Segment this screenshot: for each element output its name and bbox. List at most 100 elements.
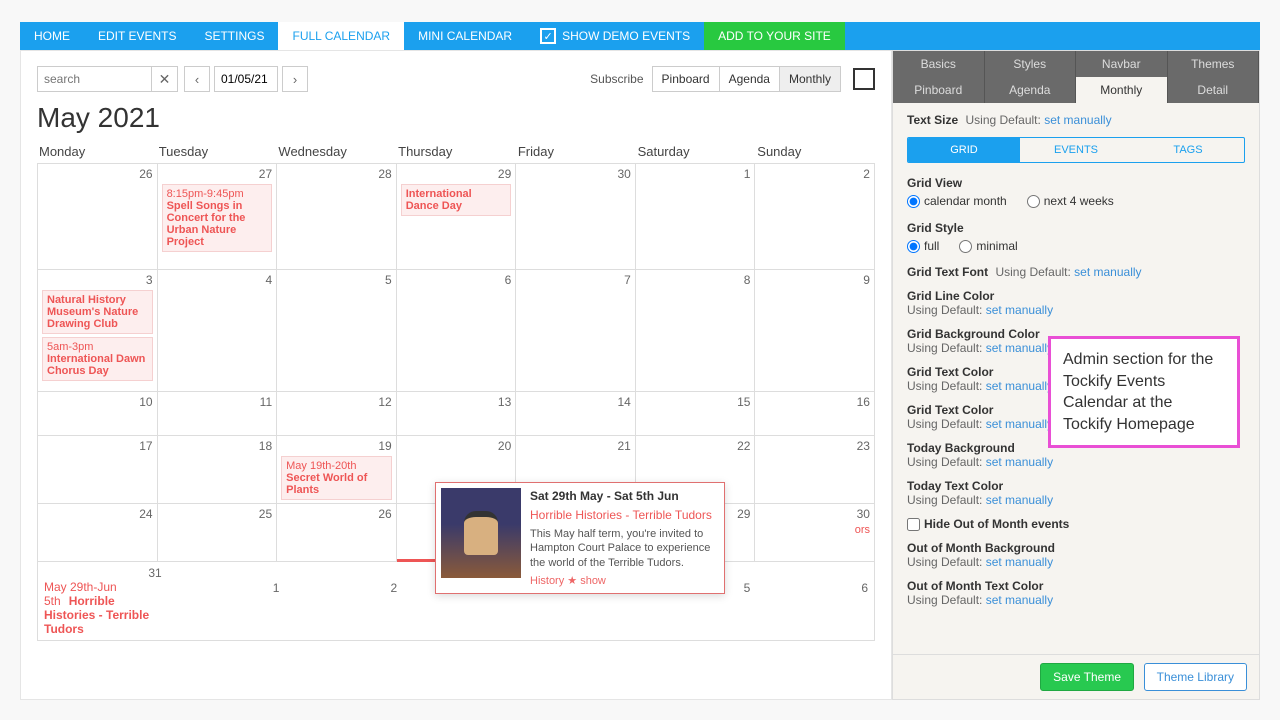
view-agenda[interactable]: Agenda bbox=[720, 66, 780, 92]
set-manually-link[interactable]: set manually bbox=[1044, 113, 1111, 127]
subscribe-link[interactable]: Subscribe bbox=[590, 72, 643, 86]
day-cell[interactable]: 10 bbox=[38, 392, 158, 436]
day-cell[interactable]: 5 bbox=[277, 270, 397, 392]
hide-oom-checkbox[interactable]: Hide Out of Month events bbox=[907, 517, 1245, 531]
set-manually-link[interactable]: set manually bbox=[986, 555, 1053, 569]
annotation-callout: Admin section for the Tockify Events Cal… bbox=[1048, 336, 1240, 448]
day-cell[interactable]: 30 ors bbox=[755, 504, 875, 562]
event-time: May 19th-20th bbox=[286, 460, 387, 472]
radio-label: full bbox=[924, 239, 939, 253]
day-cell[interactable]: 30 bbox=[516, 164, 636, 270]
day-cell[interactable]: 1 bbox=[636, 164, 756, 270]
event-popover[interactable]: Sat 29th May - Sat 5th Jun Horrible Hist… bbox=[435, 482, 725, 594]
nav-settings[interactable]: SETTINGS bbox=[190, 22, 278, 50]
event-item[interactable]: Natural History Museum's Nature Drawing … bbox=[42, 290, 153, 334]
day-cell[interactable]: 6 bbox=[750, 581, 868, 621]
using-default-text: Using Default: bbox=[907, 379, 982, 393]
tab-themes[interactable]: Themes bbox=[1168, 51, 1260, 77]
set-manually-link[interactable]: set manually bbox=[986, 493, 1053, 507]
seg-tags[interactable]: TAGS bbox=[1132, 138, 1244, 162]
search-input[interactable] bbox=[37, 66, 152, 92]
set-manually-link[interactable]: set manually bbox=[986, 303, 1053, 317]
save-theme-button[interactable]: Save Theme bbox=[1040, 663, 1134, 691]
weekday-label: Wednesday bbox=[276, 140, 396, 163]
tab-navbar[interactable]: Navbar bbox=[1076, 51, 1168, 77]
nav-home[interactable]: HOME bbox=[20, 22, 84, 50]
day-cell[interactable]: 8 bbox=[636, 270, 756, 392]
event-fragment: ors bbox=[855, 524, 870, 536]
clear-search-button[interactable]: ✕ bbox=[152, 66, 178, 92]
radio-next-4-weeks[interactable]: next 4 weeks bbox=[1027, 194, 1114, 208]
event-item[interactable]: International Dance Day bbox=[401, 184, 512, 216]
day-cell[interactable]: 24 bbox=[38, 504, 158, 562]
day-cell[interactable]: 2 bbox=[279, 581, 397, 621]
day-cell[interactable]: 26 bbox=[38, 164, 158, 270]
event-item[interactable]: 8:15pm-9:45pm Spell Songs in Concert for… bbox=[162, 184, 273, 252]
day-cell[interactable]: 26 bbox=[277, 504, 397, 562]
nav-add-to-site[interactable]: ADD TO YOUR SITE bbox=[704, 22, 845, 50]
day-cell[interactable]: 16 bbox=[755, 392, 875, 436]
day-cell[interactable]: 17 bbox=[38, 436, 158, 504]
day-cell[interactable]: 23 bbox=[755, 436, 875, 504]
day-cell[interactable]: 2 bbox=[755, 164, 875, 270]
day-cell[interactable]: 18 bbox=[158, 436, 278, 504]
nav-mini-calendar[interactable]: MINI CALENDAR bbox=[404, 22, 526, 50]
view-monthly[interactable]: Monthly bbox=[780, 66, 841, 92]
day-number: 16 bbox=[759, 395, 870, 409]
set-manually-link[interactable]: set manually bbox=[986, 341, 1053, 355]
day-cell[interactable]: 7 bbox=[516, 270, 636, 392]
day-cell[interactable]: 27 8:15pm-9:45pm Spell Songs in Concert … bbox=[158, 164, 278, 270]
view-pinboard[interactable]: Pinboard bbox=[652, 66, 720, 92]
day-number: 27 bbox=[162, 167, 273, 181]
day-cell[interactable]: 29 International Dance Day bbox=[397, 164, 517, 270]
day-cell[interactable]: 6 bbox=[397, 270, 517, 392]
set-manually-link[interactable]: set manually bbox=[1074, 265, 1141, 279]
top-nav: HOME EDIT EVENTS SETTINGS FULL CALENDAR … bbox=[20, 22, 1260, 50]
radio-minimal[interactable]: minimal bbox=[959, 239, 1017, 253]
set-manually-link[interactable]: set manually bbox=[986, 417, 1053, 431]
day-cell[interactable]: 15 bbox=[636, 392, 756, 436]
set-manually-link[interactable]: set manually bbox=[986, 379, 1053, 393]
theme-library-button[interactable]: Theme Library bbox=[1144, 663, 1247, 691]
event-item[interactable]: 5am-3pm International Dawn Chorus Day bbox=[42, 337, 153, 381]
day-number: 30 bbox=[759, 507, 870, 521]
day-cell[interactable]: 28 bbox=[277, 164, 397, 270]
day-cell[interactable]: 11 bbox=[158, 392, 278, 436]
date-input[interactable] bbox=[214, 66, 278, 92]
event-item[interactable]: May 19th-20th Secret World of Plants bbox=[281, 456, 392, 500]
tab-styles[interactable]: Styles bbox=[985, 51, 1077, 77]
seg-grid[interactable]: GRID bbox=[908, 138, 1020, 162]
day-cell[interactable]: 3 Natural History Museum's Nature Drawin… bbox=[38, 270, 158, 392]
tab-agenda[interactable]: Agenda bbox=[985, 77, 1077, 103]
day-cell[interactable]: 31 May 29th-Jun 5thHorrible Histories - … bbox=[44, 566, 162, 636]
popover-tags[interactable]: History ★ show bbox=[530, 574, 716, 587]
set-manually-link[interactable]: set manually bbox=[986, 455, 1053, 469]
day-cell[interactable]: 1 bbox=[162, 581, 280, 621]
nav-full-calendar[interactable]: FULL CALENDAR bbox=[278, 22, 404, 50]
day-cell[interactable]: 4 bbox=[158, 270, 278, 392]
day-cell[interactable]: 9 bbox=[755, 270, 875, 392]
radio-calendar-month[interactable]: calendar month bbox=[907, 194, 1007, 208]
tab-monthly[interactable]: Monthly bbox=[1076, 77, 1168, 103]
next-button[interactable]: › bbox=[282, 66, 308, 92]
fullscreen-icon[interactable] bbox=[853, 68, 875, 90]
radio-full[interactable]: full bbox=[907, 239, 939, 253]
day-cell[interactable]: 19 May 19th-20th Secret World of Plants bbox=[277, 436, 397, 504]
day-cell[interactable]: 13 bbox=[397, 392, 517, 436]
tab-detail[interactable]: Detail bbox=[1168, 77, 1260, 103]
set-manually-link[interactable]: set manually bbox=[986, 593, 1053, 607]
setting-label: Today Background bbox=[907, 441, 1015, 455]
day-cell[interactable]: 14 bbox=[516, 392, 636, 436]
day-cell[interactable]: 25 bbox=[158, 504, 278, 562]
nav-show-demo[interactable]: ✓SHOW DEMO EVENTS bbox=[526, 22, 704, 50]
tab-basics[interactable]: Basics bbox=[893, 51, 985, 77]
prev-button[interactable]: ‹ bbox=[184, 66, 210, 92]
seg-events[interactable]: EVENTS bbox=[1020, 138, 1132, 162]
checkbox-label: Hide Out of Month events bbox=[924, 517, 1069, 531]
setting-label: Grid Line Color bbox=[907, 289, 994, 303]
nav-edit-events[interactable]: EDIT EVENTS bbox=[84, 22, 190, 50]
day-cell[interactable]: 12 bbox=[277, 392, 397, 436]
using-default-text: Using Default: bbox=[995, 265, 1070, 279]
nav-show-demo-label: SHOW DEMO EVENTS bbox=[562, 29, 690, 43]
tab-pinboard[interactable]: Pinboard bbox=[893, 77, 985, 103]
